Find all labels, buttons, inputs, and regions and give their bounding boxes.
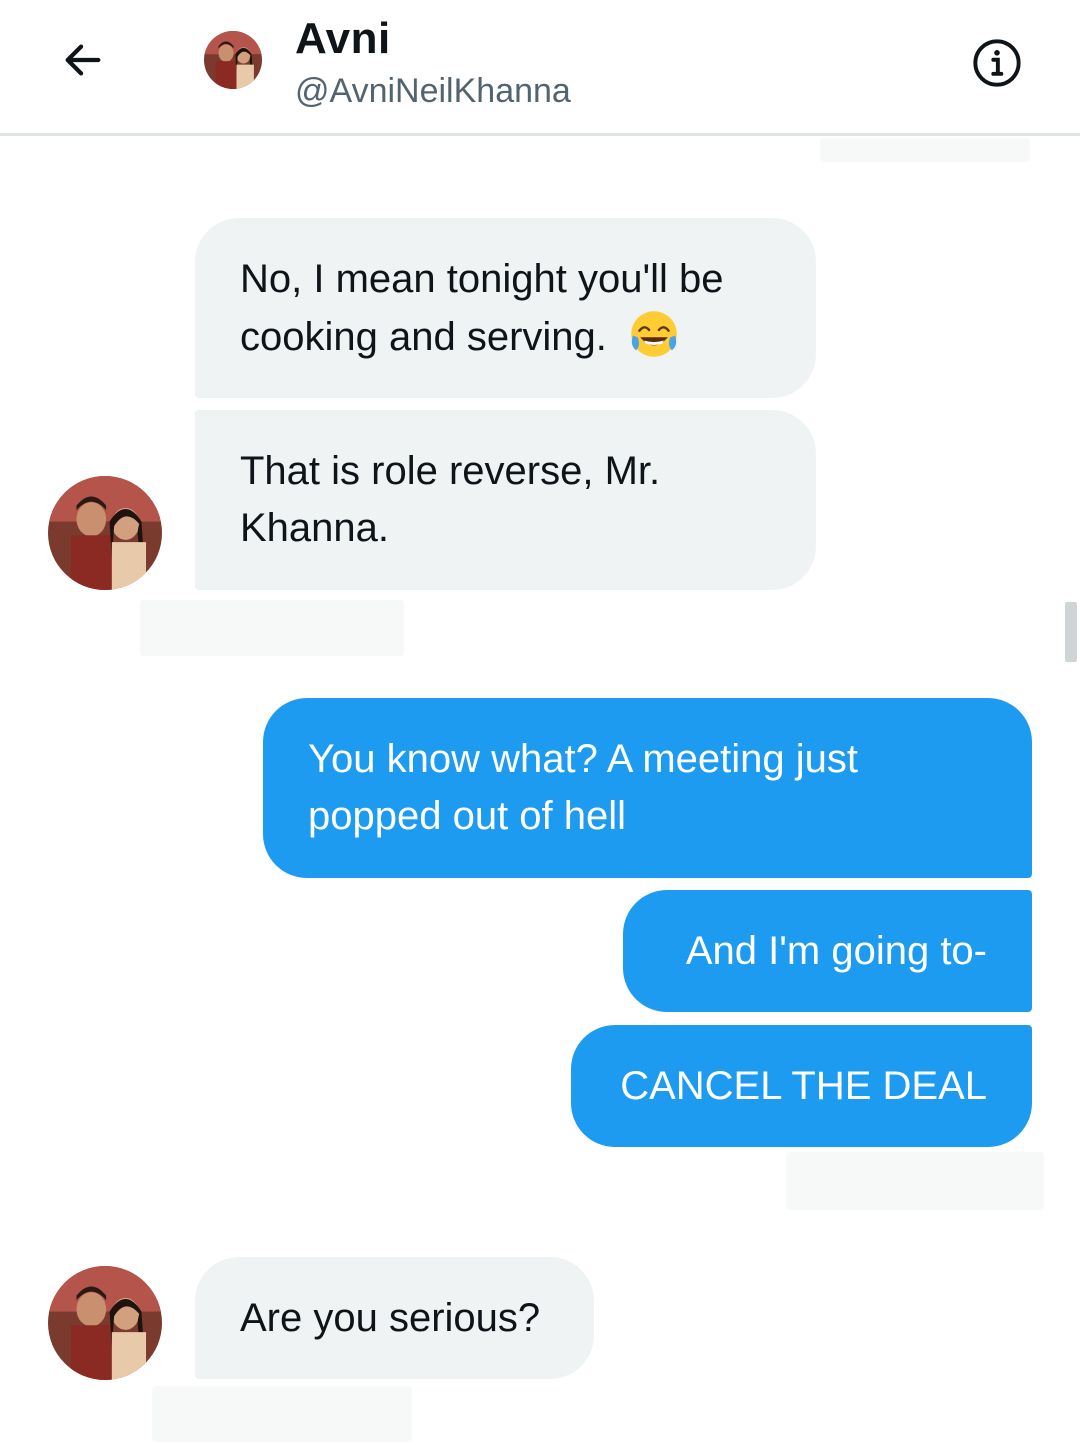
message-line: cooking and serving. bbox=[240, 314, 607, 359]
info-circle-icon bbox=[973, 39, 1021, 87]
avatar-image bbox=[48, 1266, 162, 1380]
sender-avatar[interactable] bbox=[48, 476, 162, 590]
faded-area bbox=[140, 600, 404, 656]
faded-area bbox=[820, 138, 1030, 162]
message-line: That is role reverse, Mr. bbox=[240, 449, 661, 493]
header-avatar[interactable] bbox=[204, 31, 262, 89]
message-line: You know what? A meeting just bbox=[308, 737, 858, 781]
back-button[interactable] bbox=[55, 32, 111, 88]
message-bubble-outgoing[interactable]: And I'm going to- bbox=[623, 890, 1032, 1012]
message-bubble-outgoing[interactable]: You know what? A meeting just popped out… bbox=[263, 698, 1032, 878]
message-line: And I'm going to- bbox=[685, 928, 987, 973]
avatar-image bbox=[204, 31, 262, 89]
message-line: No, I mean tonight you'll be bbox=[240, 256, 724, 301]
message-line: CANCEL THE DEAL bbox=[620, 1063, 987, 1108]
message-line: popped out of hell bbox=[308, 794, 627, 838]
message-line-with-emoji: cooking and serving. bbox=[240, 308, 771, 366]
avatar-image bbox=[48, 476, 162, 590]
message-bubble-incoming[interactable]: Are you serious? bbox=[195, 1257, 594, 1379]
dm-conversation-screen: Avni @AvniNeilKhanna No, I mean tonight … bbox=[0, 0, 1080, 1445]
conversation-header: Avni @AvniNeilKhanna bbox=[0, 0, 1080, 136]
contact-handle[interactable]: @AvniNeilKhanna bbox=[295, 72, 571, 111]
message-bubble-incoming[interactable]: No, I mean tonight you'll be cooking and… bbox=[195, 218, 816, 398]
message-bubble-outgoing[interactable]: CANCEL THE DEAL bbox=[571, 1025, 1032, 1147]
arrow-left-icon bbox=[65, 44, 101, 76]
message-line: Khanna. bbox=[240, 506, 390, 550]
face-with-tears-of-joy-icon bbox=[631, 310, 677, 357]
message-line: Are you serious? bbox=[240, 1295, 541, 1340]
scrollbar[interactable] bbox=[1065, 602, 1077, 662]
faded-area bbox=[786, 1152, 1044, 1210]
faded-area bbox=[152, 1386, 412, 1442]
info-button[interactable] bbox=[970, 36, 1024, 90]
message-bubble-incoming[interactable]: That is role reverse, Mr. Khanna. bbox=[195, 410, 816, 590]
sender-avatar[interactable] bbox=[48, 1266, 162, 1380]
contact-name[interactable]: Avni bbox=[295, 14, 391, 64]
